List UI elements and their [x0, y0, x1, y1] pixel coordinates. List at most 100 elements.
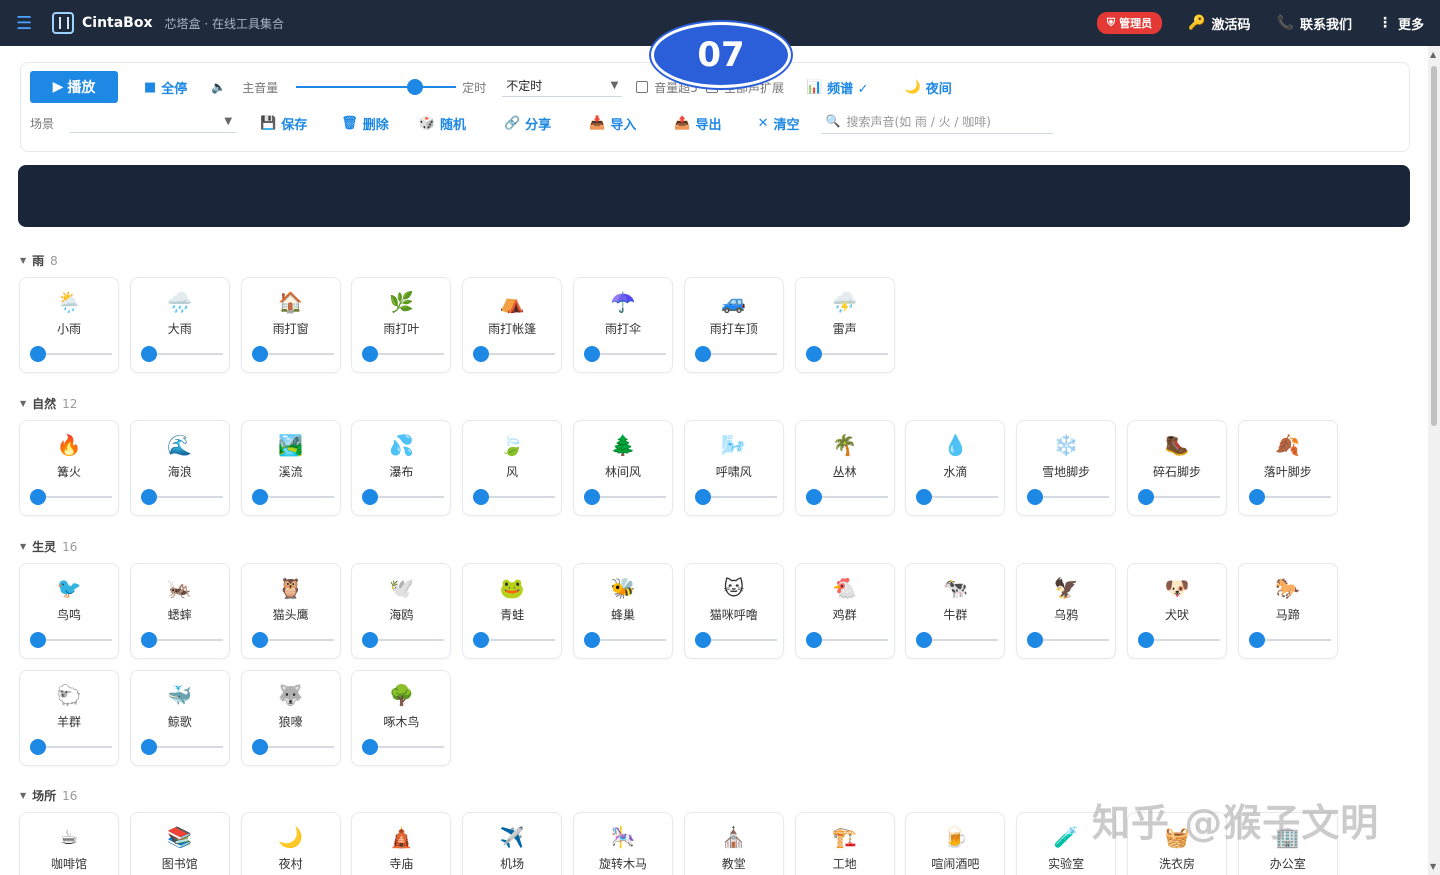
caret-down-icon[interactable]: ▼	[20, 791, 26, 800]
play-button[interactable]: ▶ 播放	[30, 71, 118, 103]
activate-code-link[interactable]: 🔑 激活码	[1188, 14, 1250, 33]
scroll-up-icon[interactable]: ▲	[1430, 50, 1436, 59]
slider-knob[interactable]	[140, 739, 157, 755]
sound-volume-slider[interactable]	[916, 632, 999, 648]
sound-card[interactable]: 🌦️ 小雨	[19, 277, 119, 373]
slider-knob[interactable]	[362, 346, 379, 362]
slider-knob[interactable]	[1027, 489, 1044, 505]
slider-knob[interactable]	[473, 489, 490, 505]
slider-knob[interactable]	[916, 489, 933, 505]
sound-card[interactable]: ☂️ 雨打伞	[573, 277, 673, 373]
slider-knob[interactable]	[1138, 489, 1154, 505]
sound-card[interactable]: 🐺 狼嚎	[240, 670, 341, 766]
sound-card[interactable]: ☕ 咖啡馆	[19, 812, 119, 875]
sound-volume-slider[interactable]	[140, 632, 223, 648]
spectrum-toggle[interactable]: 📊 频谱 ✓	[806, 78, 869, 97]
slider-knob[interactable]	[140, 346, 157, 362]
more-menu[interactable]: ⋮ 更多	[1378, 14, 1424, 33]
sound-card[interactable]: 🚙 雨打车顶	[683, 277, 784, 373]
slider-knob[interactable]	[30, 346, 46, 362]
sound-volume-slider[interactable]	[473, 632, 556, 648]
sound-volume-slider[interactable]	[140, 346, 223, 362]
sound-card[interactable]: 🐱 猫咪呼噜	[683, 563, 784, 659]
sound-volume-slider[interactable]	[584, 632, 666, 648]
slider-knob[interactable]	[805, 489, 822, 505]
section-header[interactable]: ▼ 自然 12	[20, 395, 77, 412]
slider-knob[interactable]	[473, 632, 490, 648]
sound-card[interactable]: 🍃 风	[462, 420, 563, 516]
sound-volume-slider[interactable]	[584, 489, 666, 505]
timer-select[interactable]: 不定时 ▼	[502, 77, 623, 97]
sound-card[interactable]: 🐑 羊群	[19, 670, 119, 766]
sound-card[interactable]: ⛈️ 雷声	[794, 277, 895, 373]
master-volume-knob[interactable]	[407, 79, 424, 95]
sound-volume-slider[interactable]	[1138, 489, 1220, 505]
master-volume-slider[interactable]	[296, 79, 457, 95]
slider-knob[interactable]	[694, 632, 711, 648]
slider-knob[interactable]	[251, 346, 268, 362]
sound-card[interactable]: 🌊 海浪	[129, 420, 230, 516]
sound-card[interactable]: 🍺 喧闹酒吧	[905, 812, 1006, 875]
slider-knob[interactable]	[140, 632, 157, 648]
sound-card[interactable]: 🐦 鸟鸣	[19, 563, 119, 659]
sound-card[interactable]: 🌬️ 呼啸风	[683, 420, 784, 516]
sound-volume-slider[interactable]	[251, 632, 334, 648]
slider-knob[interactable]	[1248, 632, 1265, 648]
slider-knob[interactable]	[30, 739, 46, 755]
section-header[interactable]: ▼ 雨 8	[20, 252, 58, 269]
sound-card[interactable]: ⛺ 雨打帐篷	[462, 277, 563, 373]
sound-card[interactable]: 🐔 鸡群	[794, 563, 895, 659]
slider-knob[interactable]	[473, 346, 490, 362]
sound-volume-slider[interactable]	[805, 346, 888, 362]
sound-card[interactable]: 🎠 旋转木马	[573, 812, 673, 875]
slider-knob[interactable]	[916, 632, 933, 648]
slider-knob[interactable]	[805, 346, 822, 362]
sound-card[interactable]: 🦉 猫头鹰	[240, 563, 341, 659]
sound-card[interactable]: 🏗️ 工地	[794, 812, 895, 875]
sound-card[interactable]: 💧 水滴	[905, 420, 1006, 516]
slider-knob[interactable]	[362, 739, 379, 755]
sound-card[interactable]: 📚 图书馆	[129, 812, 230, 875]
admin-badge[interactable]: ⛨ 管理员	[1096, 12, 1163, 34]
checkbox-box[interactable]	[636, 81, 649, 93]
sound-volume-slider[interactable]	[362, 346, 445, 362]
sound-volume-slider[interactable]	[694, 346, 777, 362]
slider-knob[interactable]	[251, 739, 268, 755]
stop-all-button[interactable]: ■ 全停	[144, 78, 187, 97]
sound-card[interactable]: 🌳 啄木鸟	[351, 670, 452, 766]
sound-card[interactable]: 🐸 青蛙	[462, 563, 563, 659]
sound-volume-slider[interactable]	[251, 489, 334, 505]
brand-name[interactable]: CintaBox	[82, 15, 153, 31]
slider-knob[interactable]	[1027, 632, 1044, 648]
sound-volume-slider[interactable]	[805, 489, 888, 505]
sound-volume-slider[interactable]	[1248, 632, 1331, 648]
slider-knob[interactable]	[805, 632, 822, 648]
sound-volume-slider[interactable]	[694, 632, 777, 648]
share-button[interactable]: 🔗 分享	[504, 114, 551, 133]
sound-volume-slider[interactable]	[362, 489, 445, 505]
random-button[interactable]: 🎲 随机	[419, 114, 466, 133]
sound-volume-slider[interactable]	[362, 739, 445, 755]
sound-volume-slider[interactable]	[1027, 632, 1110, 648]
caret-down-icon[interactable]: ▼	[20, 256, 26, 265]
slider-knob[interactable]	[362, 632, 379, 648]
slider-knob[interactable]	[140, 489, 157, 505]
sound-card[interactable]: 🏠 雨打窗	[240, 277, 341, 373]
sound-card[interactable]: 🏞️ 溪流	[240, 420, 341, 516]
sound-volume-slider[interactable]	[584, 346, 666, 362]
speaker-icon[interactable]: 🔈	[211, 80, 226, 94]
sound-volume-slider[interactable]	[30, 346, 112, 362]
slider-knob[interactable]	[1248, 489, 1265, 505]
search-input[interactable]: 🔍 搜索声音(如 雨 / 火 / 咖啡)	[821, 113, 1054, 134]
menu-icon[interactable]: ☰	[16, 13, 40, 34]
sound-volume-slider[interactable]	[362, 632, 445, 648]
slider-knob[interactable]	[251, 632, 268, 648]
slider-knob[interactable]	[694, 346, 711, 362]
sound-card[interactable]: 🦅 乌鸦	[1016, 563, 1117, 659]
slider-knob[interactable]	[694, 489, 711, 505]
caret-down-icon[interactable]: ▼	[20, 542, 26, 551]
slider-knob[interactable]	[30, 489, 46, 505]
sound-volume-slider[interactable]	[30, 489, 112, 505]
sound-card[interactable]: 💦 瀑布	[351, 420, 452, 516]
caret-down-icon[interactable]: ▼	[20, 399, 26, 408]
